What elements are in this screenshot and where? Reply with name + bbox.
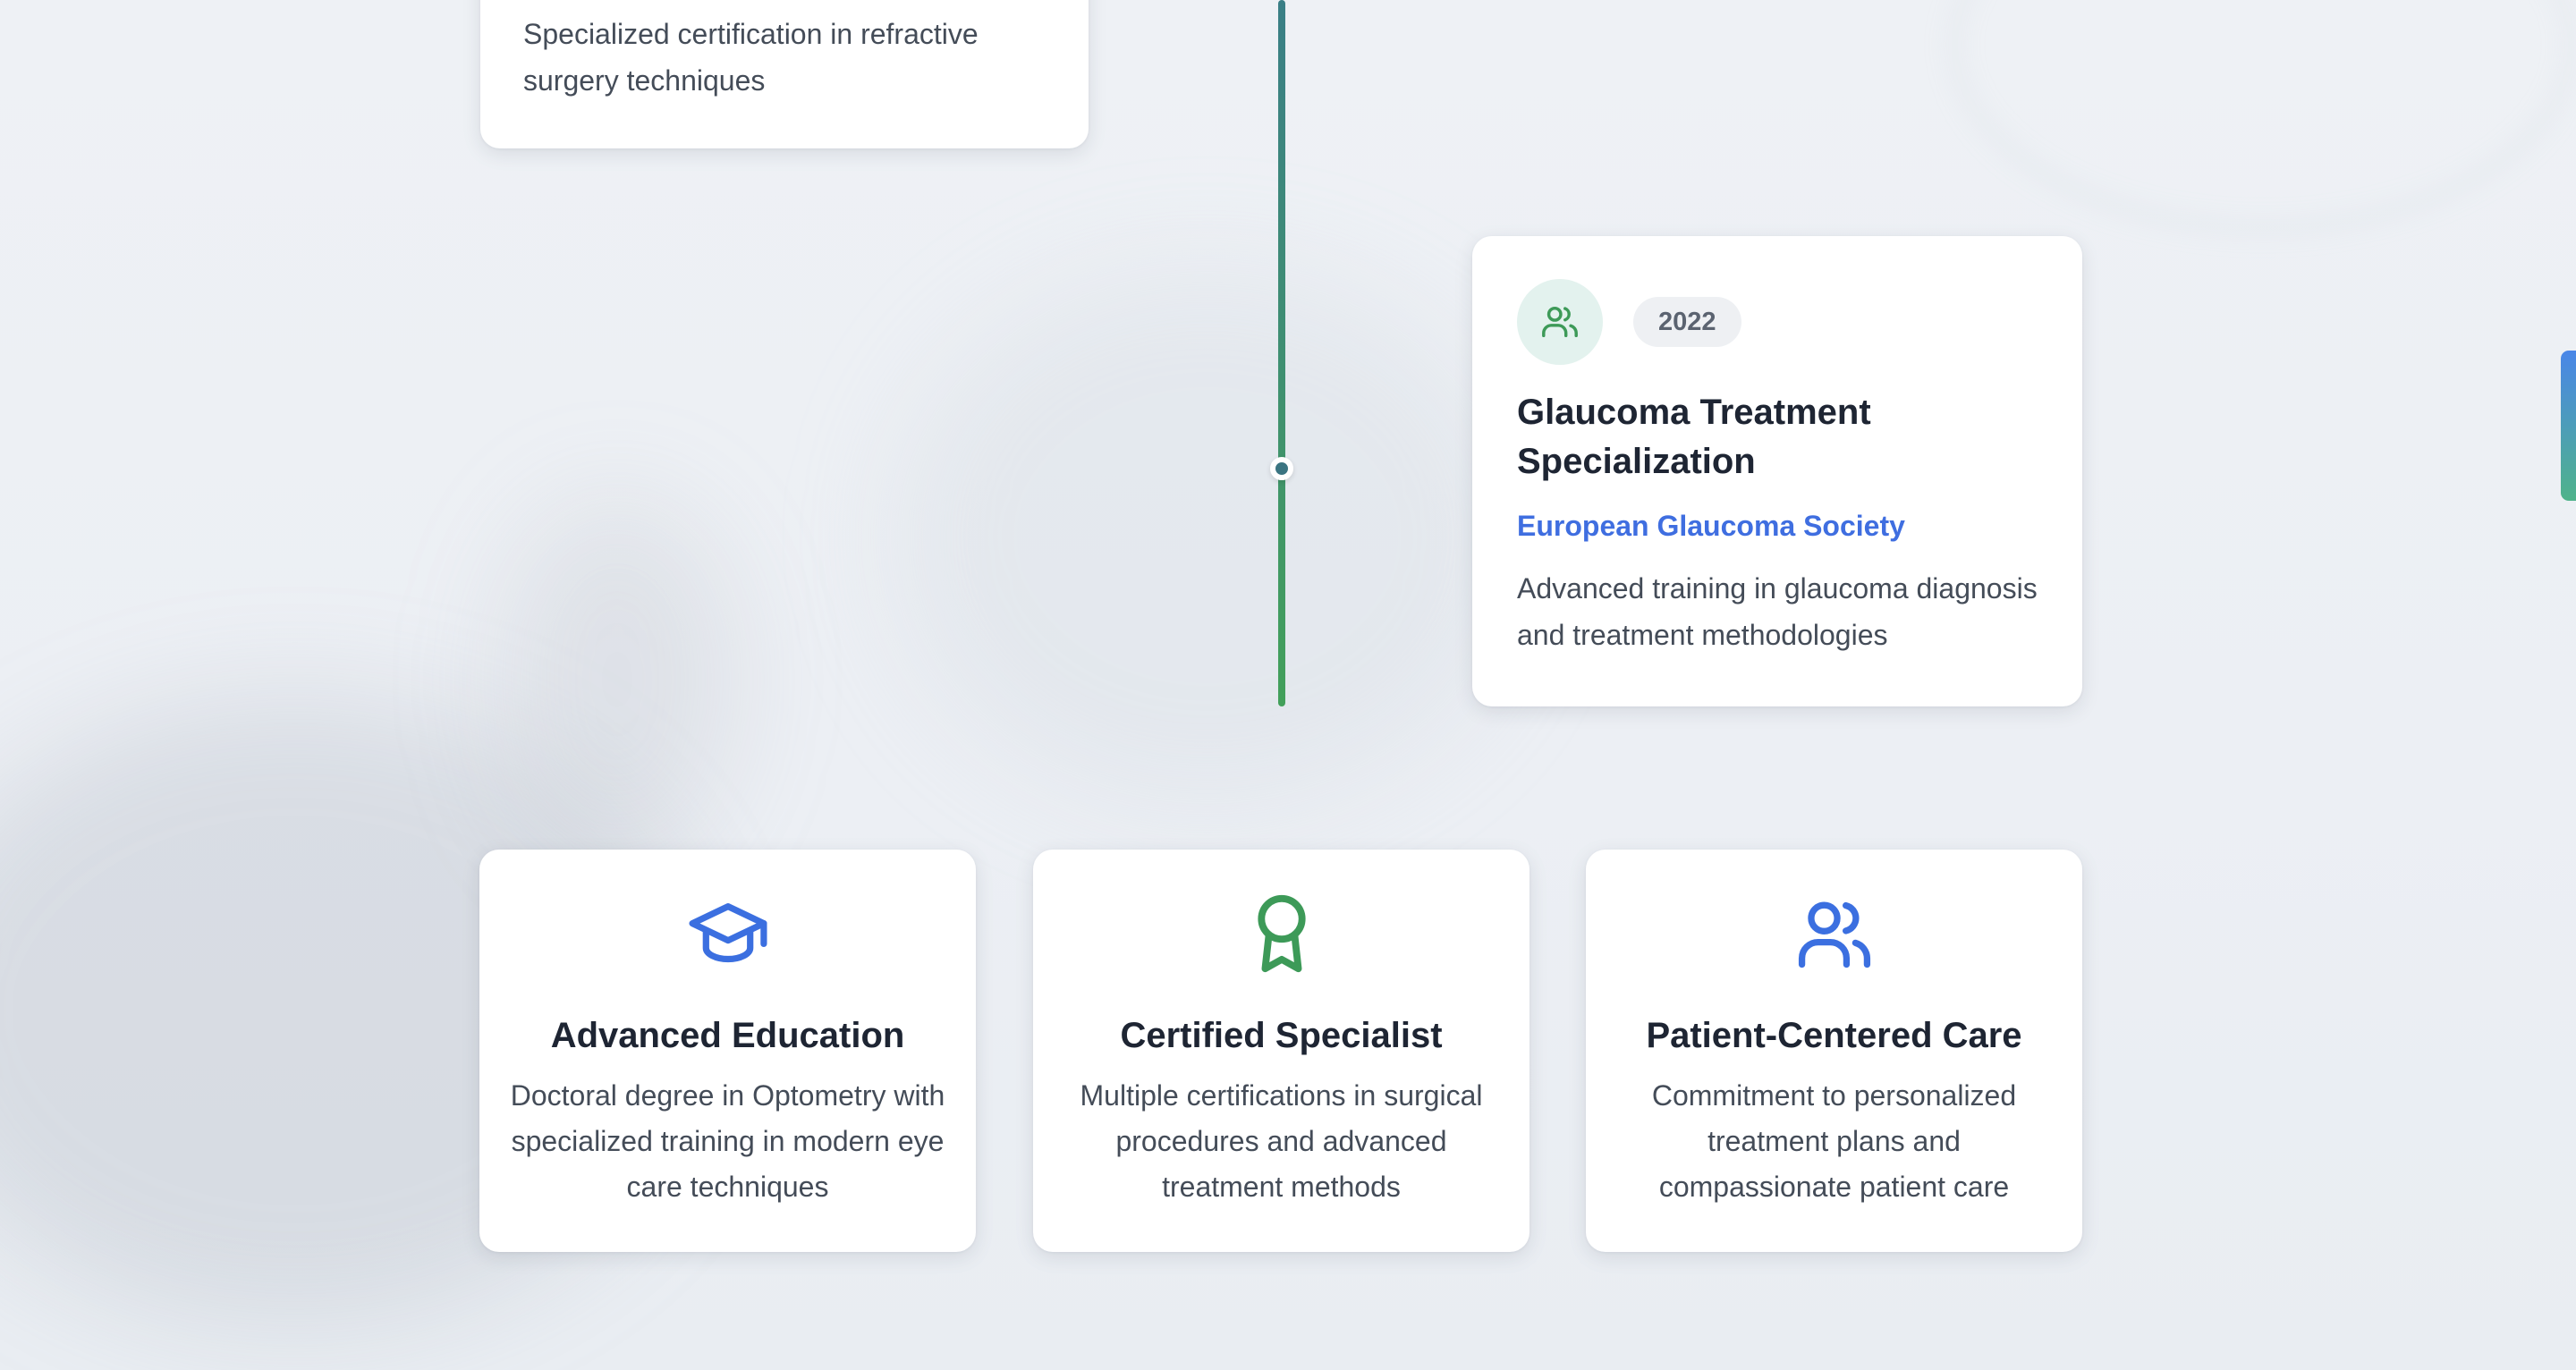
feature-title: Patient-Centered Care xyxy=(1646,1016,2022,1055)
card-description: Specialized certification in refractive … xyxy=(523,18,979,97)
feature-card-specialist: Certified Specialist Multiple certificat… xyxy=(1033,850,1530,1252)
award-icon xyxy=(1033,892,1530,975)
background-photo-blur xyxy=(501,501,733,858)
card-title: Glaucoma Treatment Specialization xyxy=(1517,393,1871,481)
users-icon xyxy=(1586,892,2082,975)
feature-description: Multiple certifications in surgical proc… xyxy=(1080,1079,1483,1203)
timeline-line xyxy=(1278,0,1285,706)
feature-description: Commitment to personalized treatment pla… xyxy=(1651,1079,2017,1203)
users-icon xyxy=(1517,279,1603,365)
timeline-card-2022: 2022 Glaucoma Treatment Specialization E… xyxy=(1472,236,2082,706)
feature-title: Advanced Education xyxy=(550,1016,905,1055)
card-description: Advanced training in glaucoma diagnosis … xyxy=(1517,572,2038,651)
feature-card-patient-care: Patient-Centered Care Commitment to pers… xyxy=(1586,850,2082,1252)
feature-description: Doctoral degree in Optometry with specia… xyxy=(510,1079,945,1203)
timeline-dot xyxy=(1270,457,1293,480)
background-photo-blur xyxy=(894,268,1521,805)
graduation-cap-icon xyxy=(479,892,976,975)
scrollbar-thumb[interactable] xyxy=(2561,351,2576,501)
feature-card-education: Advanced Education Doctoral degree in Op… xyxy=(479,850,976,1252)
card-header: 2022 xyxy=(1517,279,2038,365)
year-badge: 2022 xyxy=(1633,297,1741,347)
card-organization: European Glaucoma Society xyxy=(1517,510,1905,542)
feature-title: Certified Specialist xyxy=(1120,1016,1443,1055)
background-photo-blur xyxy=(1950,0,2576,233)
timeline-card-previous: Specialized certification in refractive … xyxy=(480,0,1089,148)
